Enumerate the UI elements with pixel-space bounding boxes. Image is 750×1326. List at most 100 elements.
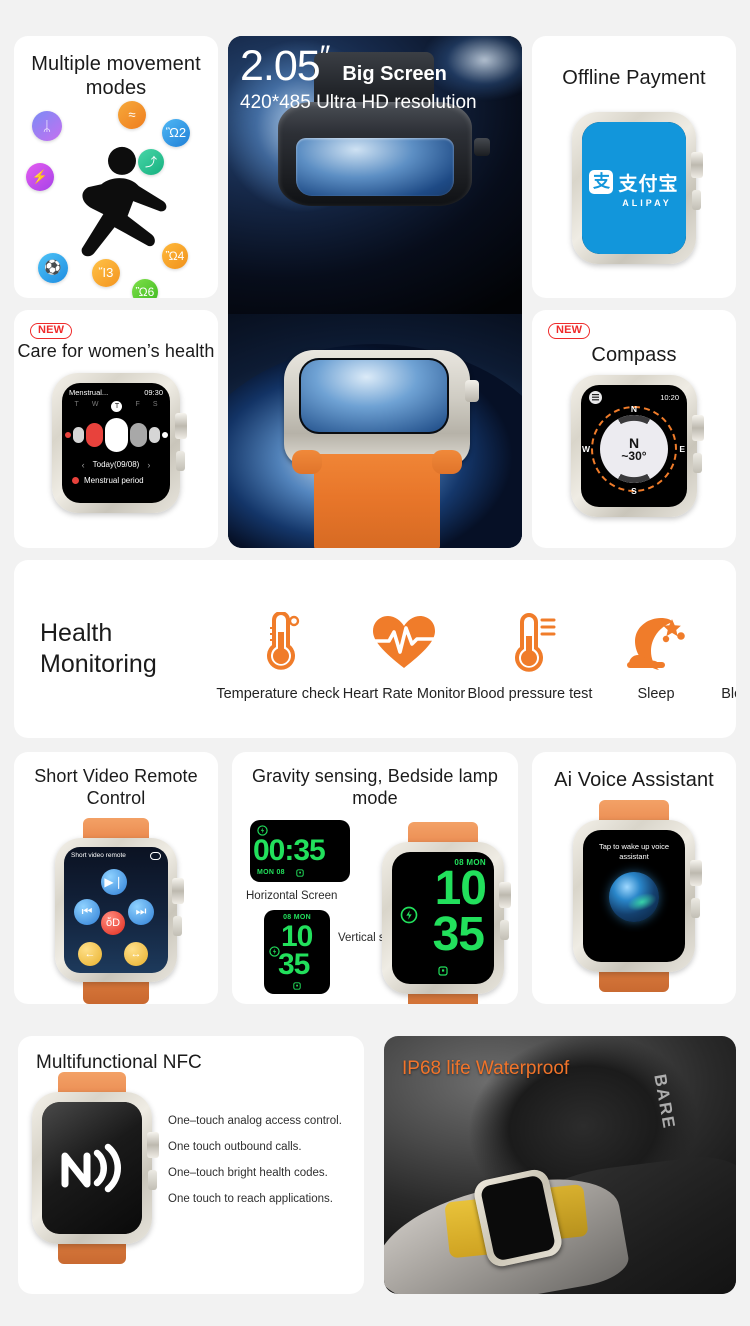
previous-button[interactable]: ⏮ bbox=[74, 898, 100, 925]
watch-display bbox=[42, 1102, 142, 1234]
today-nav: ‹ Today(09/08) › bbox=[62, 458, 170, 470]
watch-voice-assistant: Tap to wake up voice assistant bbox=[573, 800, 702, 993]
new-badge: NEW bbox=[548, 323, 591, 339]
sport-glyph: Ἴ3 bbox=[98, 265, 114, 281]
watch-time: 10:20 bbox=[660, 393, 679, 403]
sport-glyph: ᛦ bbox=[42, 117, 52, 134]
voice-prompt-text: Tap to wake up voice assistant bbox=[598, 842, 670, 862]
cardinal-east: E bbox=[679, 444, 685, 455]
health-item-label: Sleep bbox=[637, 686, 675, 703]
watch-minute: 35 bbox=[432, 907, 485, 961]
sport-bubble-yoga: ᛦ bbox=[32, 110, 62, 141]
sport-glyph: ⚡ bbox=[31, 168, 49, 184]
health-item-label: Heart Rate Monitor bbox=[342, 686, 466, 703]
menu-icon[interactable] bbox=[589, 391, 602, 405]
nfc-feature-list: One–touch analog access control. One touc… bbox=[152, 1115, 342, 1219]
day-1[interactable]: W bbox=[92, 401, 99, 412]
health-monitoring-heading: Health Monitoring bbox=[40, 618, 157, 678]
next-button[interactable]: ⏭ bbox=[128, 898, 154, 925]
watch-display: Menstrual... 09:30 T W T F S ‹ Today(09/08) bbox=[62, 382, 170, 503]
cardinal-south: S bbox=[631, 486, 637, 497]
cardinal-north: N bbox=[630, 404, 638, 415]
watch-display: Tap to wake up voice assistant bbox=[583, 830, 685, 963]
watch-crown bbox=[147, 1132, 159, 1158]
watch-side-button bbox=[173, 915, 182, 936]
watch-alipay: 支 支付宝 ALIPAY bbox=[572, 112, 703, 265]
alarm-icon bbox=[438, 966, 448, 976]
watch-crown bbox=[474, 138, 490, 156]
health-item-label: Temperature check bbox=[216, 686, 340, 703]
swipe-left-button[interactable]: ← bbox=[78, 941, 102, 966]
watch-compass: 10:20 N ~30° N E S W bbox=[571, 375, 704, 518]
short-video-title: Short Video Remote Control bbox=[34, 766, 198, 808]
watch-display: Short video remote ▶❘ ⏮ ⏭ ὄD ← ↔ bbox=[64, 846, 168, 973]
alipay-app-screen: 支 支付宝 ALIPAY bbox=[582, 122, 686, 255]
day-2[interactable]: T bbox=[111, 400, 123, 412]
health-item-3: Sleep bbox=[593, 610, 719, 704]
heading-letter: N bbox=[628, 434, 640, 451]
compass-title: Compass bbox=[591, 344, 677, 366]
day-4[interactable]: S bbox=[153, 401, 158, 412]
day-0[interactable]: T bbox=[75, 401, 79, 412]
big-screen-caption: 2.05″ Big Screen 420*485 Ultra HD resolut… bbox=[228, 42, 522, 114]
resolution-text: 420*485 Ultra HD resolution bbox=[240, 92, 477, 113]
new-badge: NEW bbox=[30, 323, 73, 339]
today-label: Today(09/08) bbox=[92, 460, 140, 470]
watch-short-video: Short video remote ▶❘ ⏮ ⏭ ὄD ← ↔ bbox=[55, 817, 184, 1004]
watch-display: 08 MON 10 35 bbox=[392, 851, 494, 984]
big-screen-hero-bottom bbox=[228, 314, 522, 548]
watch-crown bbox=[465, 380, 479, 402]
big-screen-label: Big Screen bbox=[342, 63, 447, 85]
card-compass: NEW Compass 10:20 N ~30° N E S W bbox=[532, 310, 736, 548]
sport-bubble-badminton: ⚡ bbox=[26, 162, 54, 191]
vertical-minute: 35 bbox=[278, 947, 310, 981]
alipay-name-en: ALIPAY bbox=[622, 197, 672, 208]
voice-orb-icon[interactable] bbox=[609, 871, 659, 922]
nfc-feature-item: One touch outbound calls. bbox=[168, 1140, 302, 1153]
play-pause-button[interactable]: ▶❘ bbox=[101, 868, 127, 895]
watch-titanium-orange bbox=[284, 350, 479, 548]
alipay-logo-icon: 支 bbox=[589, 170, 614, 195]
health-item-label: Blood Oxygen Test bbox=[721, 686, 736, 703]
women-health-title: Care for women’s health bbox=[17, 341, 215, 361]
sport-bubble-swimming: ≈ bbox=[118, 100, 146, 129]
health-item-2: Blood pressure test bbox=[467, 610, 593, 704]
alarm-icon bbox=[293, 982, 301, 990]
card-multifunctional-nfc: Multifunctional NFC One–touch analog acc… bbox=[18, 1036, 364, 1294]
cardinal-west: W bbox=[582, 444, 591, 455]
health-item-label: Blood pressure test bbox=[467, 686, 593, 703]
alarm-icon bbox=[296, 869, 304, 877]
nfc-icon bbox=[61, 1143, 121, 1193]
card-short-video-remote: Short Video Remote Control Short video r… bbox=[14, 752, 218, 1004]
day-3[interactable]: F bbox=[136, 401, 140, 412]
horizontal-date: MON 08 bbox=[257, 868, 285, 876]
ip68-title: IP68 life Waterproof bbox=[402, 1058, 570, 1079]
video-remote-label: Short video remote bbox=[71, 852, 126, 860]
menstrual-app-title: Menstrual... bbox=[69, 387, 109, 397]
watch-side-button bbox=[692, 190, 701, 211]
watch-display bbox=[299, 358, 449, 434]
badge-row: NEW bbox=[532, 320, 736, 339]
gravity-title: Gravity sensing, Bedside lamp mode bbox=[251, 766, 498, 808]
prev-day-button[interactable]: ‹ bbox=[82, 460, 85, 470]
gravity-demo-stage: 00:35 MON 08 Horizontal Screen 08 MON 10… bbox=[232, 810, 518, 1004]
card-health-monitoring: Health Monitoring Temperature check Heart… bbox=[14, 560, 736, 738]
like-button[interactable]: ὄD bbox=[101, 910, 125, 935]
sport-glyph: ⚽ bbox=[44, 259, 62, 276]
swipe-right-button[interactable]: ↔ bbox=[124, 941, 148, 966]
horizontal-caption: Horizontal Screen bbox=[246, 889, 338, 902]
watch-display bbox=[296, 138, 454, 196]
sport-bubble-treadmill: Ἴ3 bbox=[92, 258, 120, 287]
card-offline-payment: Offline Payment 支 支付宝 ALIPAY bbox=[532, 36, 736, 298]
screen-size-value: 2.05 bbox=[240, 42, 321, 90]
watch-display: 10:20 N ~30° N E S W bbox=[581, 385, 687, 508]
thermometer-icon bbox=[215, 610, 341, 676]
watch-side-button bbox=[691, 898, 700, 919]
blood-oxygen-icon: O2 bbox=[719, 610, 736, 676]
sport-modes-title: Multiple movement modes bbox=[31, 53, 201, 100]
legend-dot-icon bbox=[72, 476, 79, 484]
card-gravity-sensing: Gravity sensing, Bedside lamp mode 00:35… bbox=[232, 752, 518, 1004]
ai-voice-title: Ai Voice Assistant bbox=[554, 769, 714, 791]
next-day-button[interactable]: › bbox=[147, 460, 150, 470]
watch-crown bbox=[692, 415, 704, 442]
